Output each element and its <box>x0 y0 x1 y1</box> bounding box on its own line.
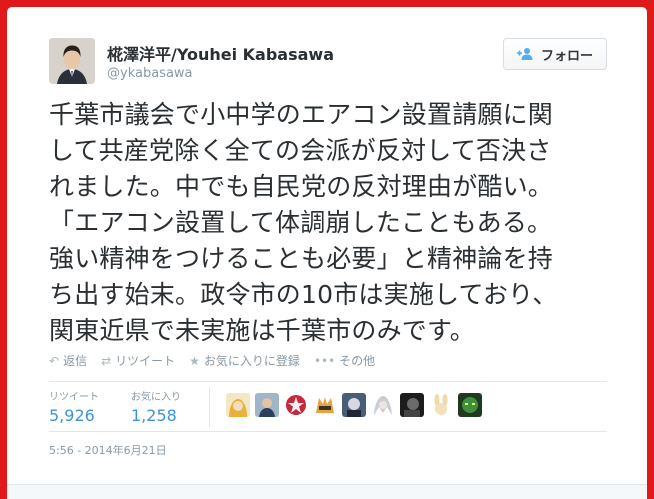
divider <box>209 387 210 427</box>
retweeter-avatar[interactable] <box>255 393 279 417</box>
reply-box-area <box>7 484 647 499</box>
avatar[interactable] <box>49 38 95 84</box>
retweeter-avatar[interactable] <box>400 393 424 417</box>
favorite-stat[interactable]: お気に入り 1,258 <box>131 388 181 425</box>
user-display-name[interactable]: 椛澤洋平/Youhei Kabasawa <box>107 41 334 65</box>
follow-button[interactable]: フォロー <box>503 38 607 70</box>
retweeter-avatar[interactable] <box>371 393 395 417</box>
more-action[interactable]: ••• その他 <box>314 352 375 369</box>
divider <box>49 431 607 432</box>
more-label: その他 <box>339 354 376 368</box>
retweeter-avatar[interactable] <box>226 393 250 417</box>
person-add-icon <box>516 47 535 61</box>
tweet-text: 千葉市議会で小中学のエアコン設置請願に関 して共産党除く全ての会派が反対して否決… <box>49 100 558 345</box>
reply-action[interactable]: ↶ 返信 <box>49 352 87 369</box>
retweeter-avatar[interactable] <box>342 393 366 417</box>
retweeter-avatar[interactable] <box>458 393 482 417</box>
favorite-label: お気に入りに登録 <box>203 354 300 368</box>
tweet-actions: ↶ 返信 ⇄ リツイート ★ お気に入りに登録 ••• その他 <box>49 352 375 369</box>
tweet-timestamp[interactable]: 5:56 - 2014年6月21日 <box>49 442 167 458</box>
retweet-label: リツイート <box>115 354 176 368</box>
retweet-stat[interactable]: リツイート 5,926 <box>49 388 99 425</box>
favorite-count-label: お気に入り <box>131 392 181 403</box>
retweeter-avatars <box>226 393 482 417</box>
retweeter-avatar[interactable] <box>284 393 308 417</box>
retweet-count-label: リツイート <box>49 392 99 403</box>
favorite-count[interactable]: 1,258 <box>131 406 181 425</box>
divider <box>49 381 607 382</box>
retweeter-avatar[interactable] <box>313 393 337 417</box>
user-handle[interactable]: @ykabasawa <box>107 66 193 81</box>
star-icon: ★ <box>189 353 200 368</box>
retweet-count[interactable]: 5,926 <box>49 406 99 425</box>
reply-label: 返信 <box>63 354 88 368</box>
follow-button-label: フォロー <box>540 48 593 64</box>
retweeter-avatar[interactable] <box>429 393 453 417</box>
reply-icon: ↶ <box>49 353 60 368</box>
more-icon: ••• <box>313 353 336 368</box>
tweet-card: 椛澤洋平/Youhei Kabasawa @ykabasawa フォロー 千葉市… <box>7 7 647 499</box>
favorite-action[interactable]: ★ お気に入りに登録 <box>189 352 300 369</box>
retweet-icon: ⇄ <box>101 353 112 368</box>
retweet-action[interactable]: ⇄ リツイート <box>101 352 175 369</box>
